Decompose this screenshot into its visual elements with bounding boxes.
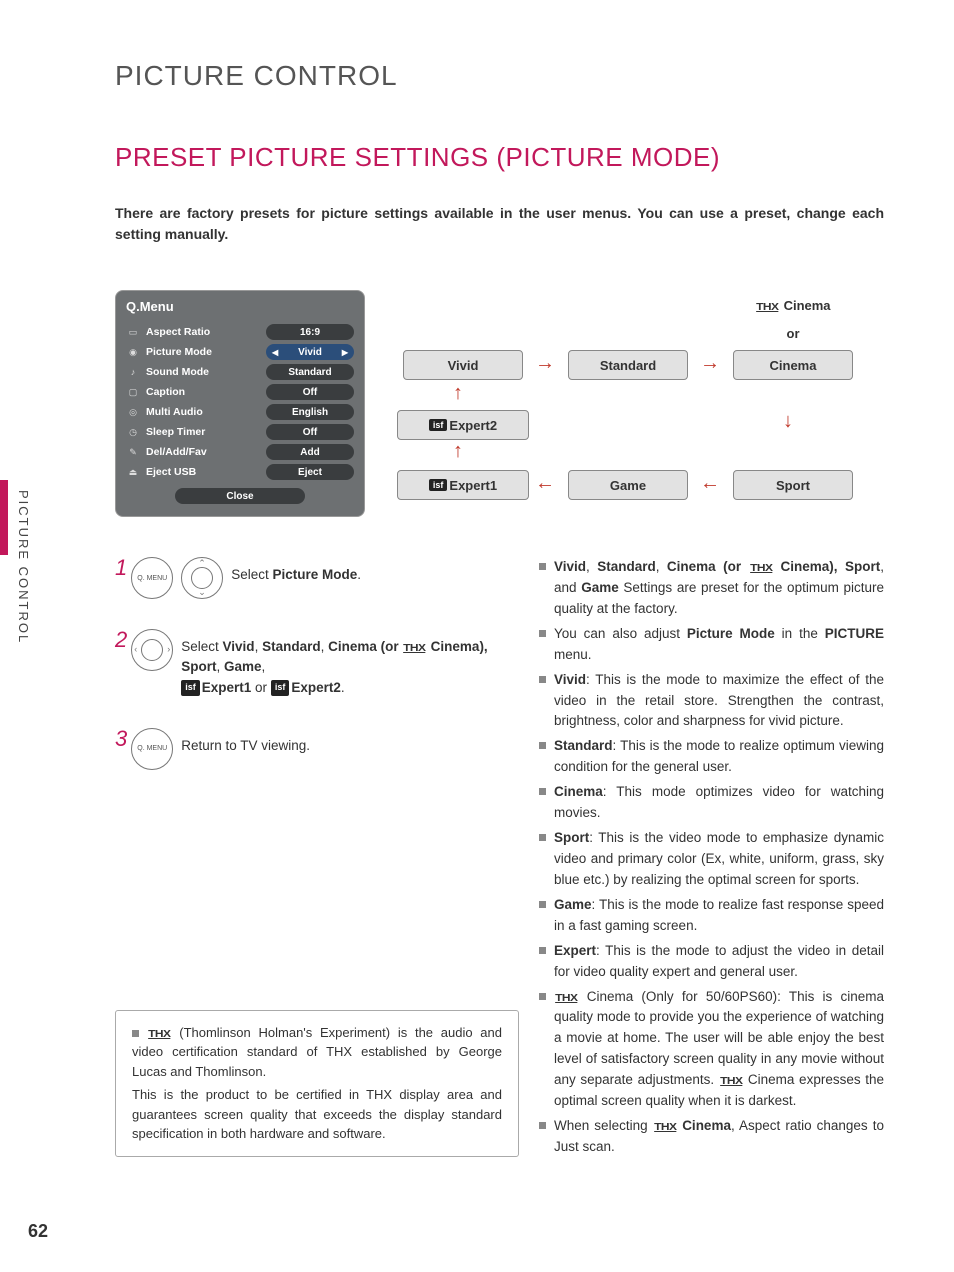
qmenu-title: Q.Menu [116, 291, 364, 320]
qmenu-row-caption: ▢ Caption Off [126, 382, 354, 402]
clock-icon: ◷ [126, 426, 140, 438]
qmenu-button-icon: Q. MENU [131, 728, 173, 770]
bullet-icon [539, 993, 546, 1000]
qmenu-row-sleep: ◷ Sleep Timer Off [126, 422, 354, 442]
thx-icon: THX [750, 561, 772, 577]
arrow-icon: ↑ [453, 440, 463, 463]
flow-game: Game [568, 470, 688, 500]
qmenu-row-aspect: ▭ Aspect Ratio 16:9 [126, 322, 354, 342]
qmenu-row-sound: ♪ Sound Mode Standard [126, 362, 354, 382]
step-text: Select Vivid, Standard, Cinema (or THX C… [181, 629, 495, 698]
bullet-icon [539, 788, 546, 795]
caption-icon: ▢ [126, 386, 140, 398]
bullet-icon [539, 742, 546, 749]
step-text: Return to TV viewing. [181, 728, 310, 756]
section-title: PRESET PICTURE SETTINGS (PICTURE MODE) [115, 142, 884, 173]
qmenu-panel: Q.Menu ▭ Aspect Ratio 16:9 ◉ Picture Mod… [115, 290, 365, 517]
flow-standard: Standard [568, 350, 688, 380]
flow-expert1: isfExpert1 [397, 470, 529, 500]
flow-cinema: Cinema [733, 350, 853, 380]
bullet-icon [539, 901, 546, 908]
step-3: 3 Q. MENU Return to TV viewing. [115, 728, 495, 770]
step-2: 2 ‹ › Select Vivid, Standard, Cinema (or… [115, 629, 495, 698]
audio-icon: ◎ [126, 406, 140, 418]
side-tab-label: PICTURE CONTROL [16, 490, 31, 644]
aspect-icon: ▭ [126, 326, 140, 338]
qmenu-close: Close [175, 488, 305, 504]
flow-expert2: isfExpert2 [397, 410, 529, 440]
qmenu-row-picture: ◉ Picture Mode ◀Vivid▶ [126, 342, 354, 362]
qmenu-value: 16:9 [266, 324, 354, 340]
qmenu-button-icon: Q. MENU [131, 557, 173, 599]
picture-mode-flow: THX Cinema or Vivid Standard Cinema isfE… [383, 290, 884, 510]
page-number: 62 [28, 1221, 48, 1242]
step-text: Select Picture Mode. [231, 557, 361, 585]
thx-icon: THX [148, 1027, 170, 1042]
arrow-icon: → [535, 352, 555, 375]
qmenu-row-eject: ⏏ Eject USB Eject [126, 462, 354, 482]
arrow-icon: ↑ [453, 382, 463, 405]
bullet-icon [539, 676, 546, 683]
step-number: 2 [115, 629, 127, 651]
step-number: 3 [115, 728, 127, 750]
note-icon: ♪ [126, 366, 140, 378]
arrow-icon: ← [535, 472, 555, 495]
bullet-icon [539, 947, 546, 954]
step-number: 1 [115, 557, 127, 579]
thx-icon: THX [757, 302, 779, 313]
intro-text: There are factory presets for picture se… [115, 203, 884, 245]
eject-icon: ⏏ [126, 466, 140, 478]
bullet-icon [539, 1122, 546, 1129]
fav-icon: ✎ [126, 446, 140, 458]
qmenu-row-audio: ◎ Multi Audio English [126, 402, 354, 422]
flow-vivid: Vivid [403, 350, 523, 380]
thx-icon: THX [720, 1074, 742, 1090]
step-1: 1 Q. MENU ⌃ ⌄ Select Picture Mode. [115, 557, 495, 599]
eye-icon: ◉ [126, 346, 140, 358]
bullet-icon [539, 563, 546, 570]
flow-sport: Sport [733, 470, 853, 500]
mode-descriptions: Vivid, Standard, Cinema (or THX Cinema),… [535, 557, 884, 1162]
arrow-icon: → [700, 352, 720, 375]
side-tab: PICTURE CONTROL [0, 480, 32, 760]
arrow-icon: ↓ [783, 410, 793, 433]
thx-note: THX (Thomlinson Holman's Experiment) is … [115, 1010, 519, 1157]
thx-icon: THX [404, 641, 426, 656]
qmenu-value-selected: ◀Vivid▶ [266, 344, 354, 360]
chapter-title: PICTURE CONTROL [115, 60, 884, 92]
bullet-icon [132, 1030, 139, 1037]
leftright-button-icon: ‹ › [131, 629, 173, 671]
arrow-icon: ← [700, 472, 720, 495]
thx-icon: THX [555, 991, 577, 1007]
thx-icon: THX [654, 1120, 676, 1136]
bullet-icon [539, 630, 546, 637]
qmenu-row-fav: ✎ Del/Add/Fav Add [126, 442, 354, 462]
updown-button-icon: ⌃ ⌄ [181, 557, 223, 599]
bullet-icon [539, 834, 546, 841]
